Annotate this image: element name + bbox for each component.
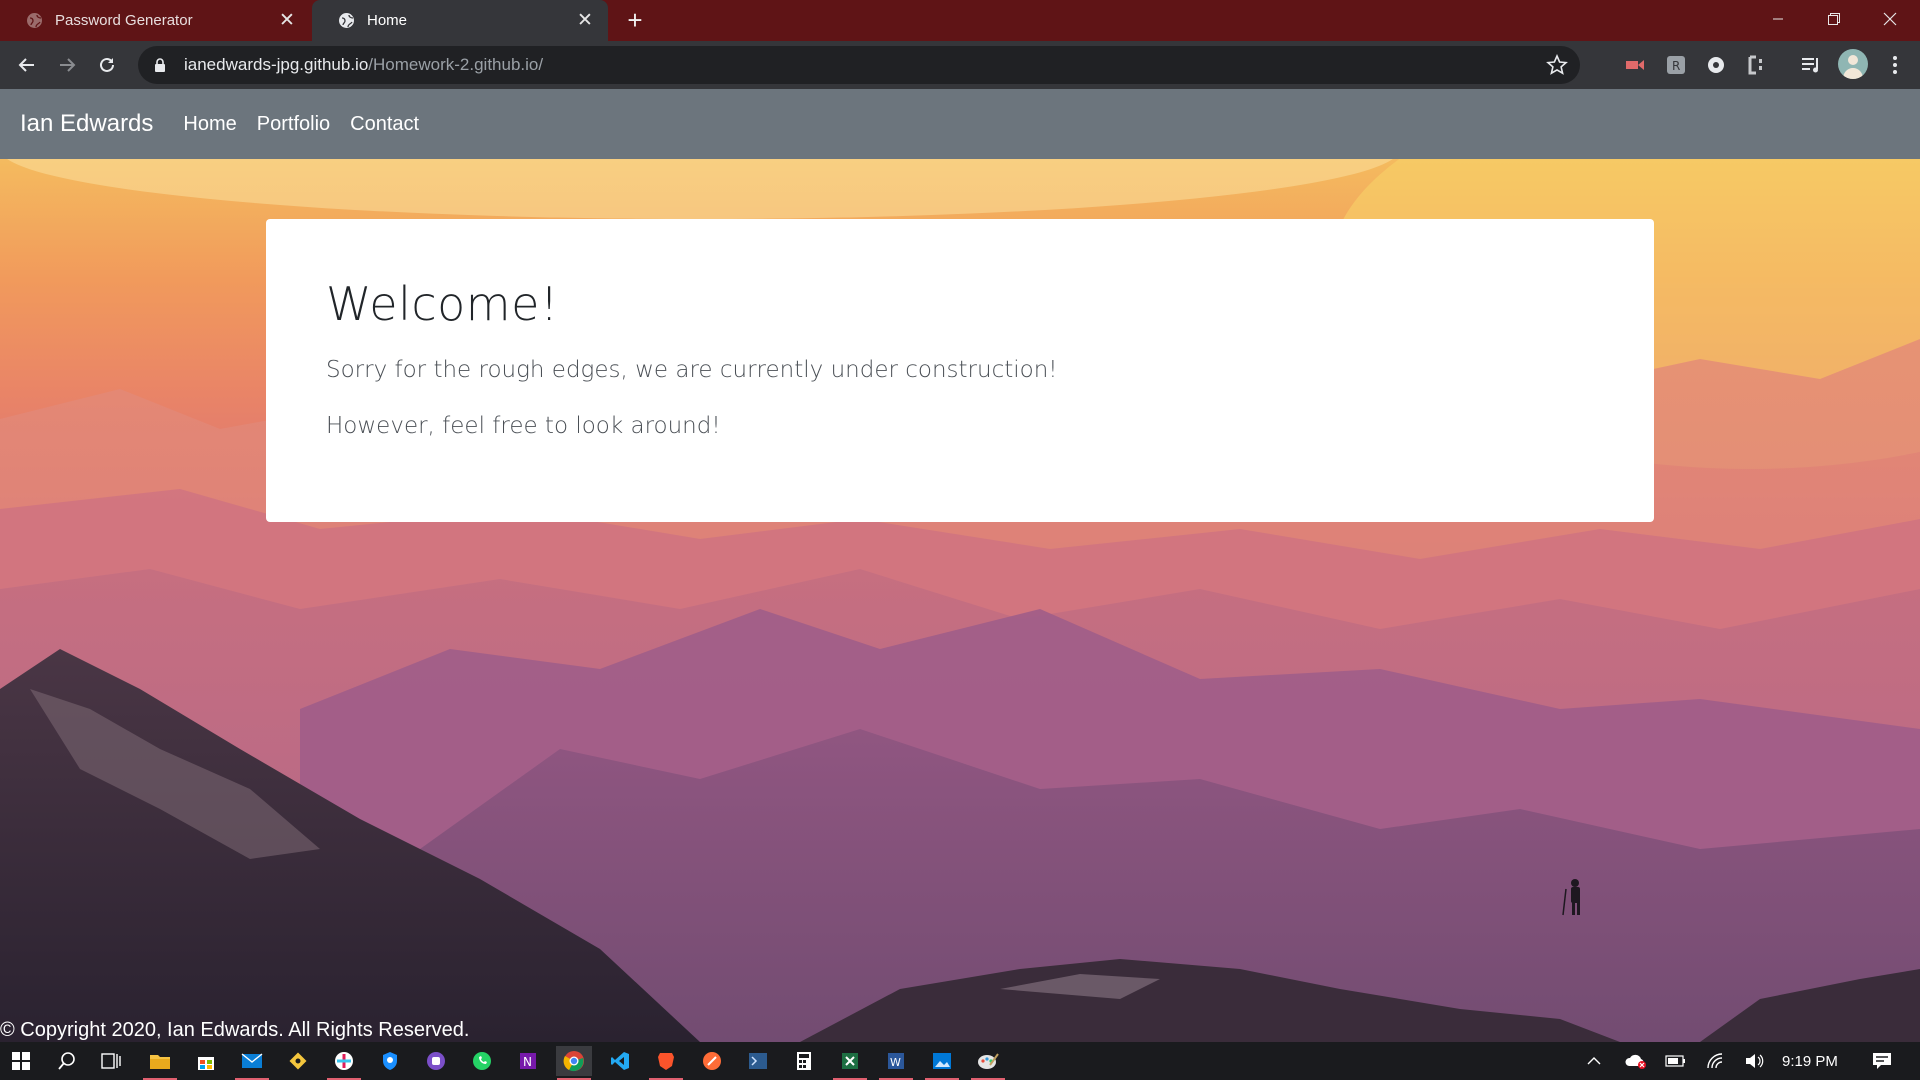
globe-icon: [338, 12, 355, 29]
tab-password-generator[interactable]: Password Generator ✕: [0, 0, 310, 41]
vscode-icon[interactable]: [605, 1046, 635, 1076]
onedrive-icon[interactable]: [1622, 1042, 1650, 1080]
close-icon[interactable]: ✕: [576, 11, 594, 30]
excel-icon[interactable]: [835, 1046, 865, 1076]
postman-icon[interactable]: [697, 1046, 727, 1076]
menu-icon[interactable]: [1882, 52, 1908, 78]
paint-icon[interactable]: [973, 1046, 1003, 1076]
browser-toolbar: ianedwards-jpg.github.io/Homework-2.gith…: [0, 41, 1920, 89]
globe-icon: [26, 12, 43, 29]
site-navbar: Ian Edwards Home Portfolio Contact: [0, 89, 1920, 159]
extension-icon[interactable]: [1703, 52, 1729, 78]
chrome-icon[interactable]: [556, 1046, 592, 1076]
photos-icon[interactable]: [927, 1046, 957, 1076]
task-view-icon[interactable]: [96, 1046, 126, 1076]
file-explorer-icon[interactable]: [145, 1046, 175, 1076]
chevron-up-icon[interactable]: [1582, 1042, 1606, 1080]
url-path: /Homework-2.github.io/: [368, 55, 544, 74]
security-icon[interactable]: [375, 1046, 405, 1076]
site-brand[interactable]: Ian Edwards: [20, 110, 153, 138]
bookmark-star-icon[interactable]: [1546, 53, 1568, 76]
word-icon[interactable]: W: [881, 1046, 911, 1076]
extension-icon[interactable]: [1622, 52, 1648, 78]
tab-label: Password Generator: [55, 12, 193, 29]
tab-strip: Password Generator ✕ Home ✕ +: [0, 0, 1920, 41]
calculator-icon[interactable]: [789, 1046, 819, 1076]
footer-copyright: © Copyright 2020, Ian Edwards. All Right…: [0, 1019, 470, 1041]
back-button[interactable]: [12, 50, 42, 80]
close-icon[interactable]: ✕: [278, 11, 296, 30]
svg-text:N: N: [523, 1055, 532, 1069]
whatsapp-icon[interactable]: [467, 1046, 497, 1076]
welcome-card: Welcome! Sorry for the rough edges, we a…: [266, 219, 1654, 522]
extension-icon[interactable]: [1743, 52, 1769, 78]
tab-home[interactable]: Home ✕: [312, 0, 608, 41]
page-viewport: Ian Edwards Home Portfolio Contact Welco…: [0, 89, 1920, 1042]
media-control-icon[interactable]: [1798, 52, 1824, 78]
mail-icon[interactable]: [237, 1046, 267, 1076]
nav-link-contact[interactable]: Contact: [350, 113, 419, 136]
brave-icon[interactable]: [651, 1046, 681, 1076]
reload-button[interactable]: [92, 50, 122, 80]
forward-button[interactable]: [52, 50, 82, 80]
nav-link-portfolio[interactable]: Portfolio: [257, 113, 330, 136]
taskbar: N W 9:19 PM: [0, 1042, 1920, 1080]
terminal-icon[interactable]: [743, 1046, 773, 1076]
nav-link-home[interactable]: Home: [183, 113, 236, 136]
profile-avatar[interactable]: [1838, 49, 1868, 79]
lock-icon[interactable]: [152, 57, 168, 73]
svg-text:W: W: [890, 1056, 901, 1069]
volume-icon[interactable]: [1740, 1042, 1768, 1080]
store-icon[interactable]: [191, 1046, 221, 1076]
new-tab-button[interactable]: +: [620, 5, 650, 35]
onenote-icon[interactable]: N: [513, 1046, 543, 1076]
restore-button[interactable]: [1806, 0, 1862, 38]
git-icon[interactable]: [283, 1046, 313, 1076]
app-icon[interactable]: [421, 1046, 451, 1076]
windows-start-icon[interactable]: [6, 1046, 36, 1076]
close-window-button[interactable]: [1862, 0, 1918, 38]
taskbar-clock[interactable]: 9:19 PM: [1782, 1042, 1838, 1080]
svg-text:R: R: [1672, 59, 1680, 73]
look-around-text: However, feel free to look around!: [326, 413, 721, 439]
battery-icon[interactable]: [1662, 1042, 1690, 1080]
welcome-heading: Welcome!: [326, 277, 559, 331]
notification-center-icon[interactable]: [1864, 1042, 1900, 1080]
search-icon[interactable]: [52, 1046, 82, 1076]
wifi-icon[interactable]: [1702, 1042, 1730, 1080]
construction-notice: Sorry for the rough edges, we are curren…: [326, 357, 1058, 383]
extension-icon[interactable]: R: [1663, 52, 1689, 78]
address-bar[interactable]: ianedwards-jpg.github.io/Homework-2.gith…: [138, 46, 1580, 84]
tab-label: Home: [367, 12, 408, 29]
url-host: ianedwards-jpg.github.io: [184, 55, 369, 74]
minimize-button[interactable]: [1750, 0, 1806, 38]
slack-icon[interactable]: [329, 1046, 359, 1076]
